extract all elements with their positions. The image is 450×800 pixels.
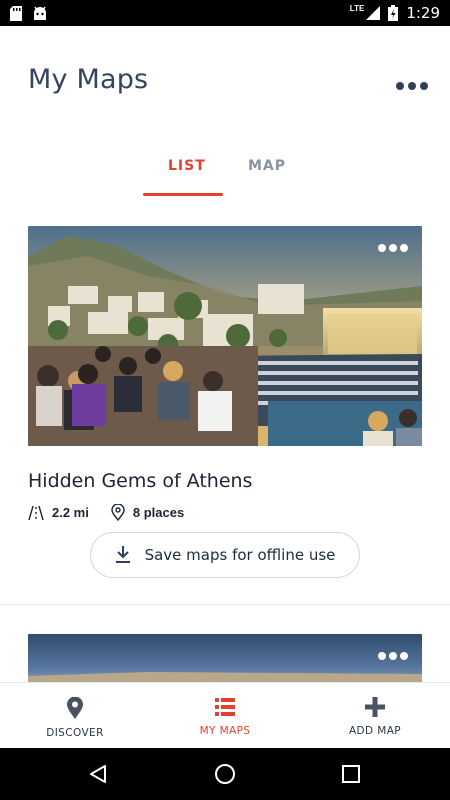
card-image-partial[interactable] — [28, 634, 422, 684]
distance-meta: 2.2 mi — [28, 505, 89, 520]
card-title[interactable]: Hidden Gems of Athens — [28, 470, 252, 492]
nav-add-map-label: ADD MAP — [348, 725, 402, 737]
clock: 1:29 — [406, 4, 440, 22]
nav-my-maps-label: MY MAPS — [199, 725, 251, 737]
tab-map[interactable]: MAP — [248, 158, 286, 174]
list-icon — [215, 698, 235, 716]
card-divider — [0, 604, 450, 605]
places-meta: 8 places — [111, 504, 184, 521]
card-meta: 2.2 mi 8 places — [28, 504, 184, 521]
card-more-icon[interactable] — [378, 652, 408, 660]
system-navigation-bar — [0, 748, 450, 800]
tab-bar: LIST MAP — [0, 150, 450, 198]
card-more-icon[interactable] — [378, 244, 408, 252]
download-icon — [115, 546, 130, 563]
recents-icon[interactable] — [316, 748, 386, 800]
more-horizontal-icon[interactable] — [396, 82, 428, 90]
map-pin-icon — [111, 504, 125, 521]
sd-card-icon — [10, 5, 22, 21]
battery-icon — [388, 5, 399, 21]
tab-list[interactable]: LIST — [168, 158, 206, 174]
active-tab-indicator — [143, 193, 223, 196]
android-icon — [34, 6, 46, 20]
bottom-navigation: DISCOVER MY MAPS ADD MAP — [0, 682, 450, 748]
places-count: 8 places — [132, 505, 185, 520]
nav-discover-label: DISCOVER — [46, 727, 104, 739]
nav-add-map[interactable]: ADD MAP — [300, 683, 450, 749]
save-offline-button[interactable]: Save maps for offline use — [90, 532, 360, 578]
card-image[interactable] — [28, 226, 422, 446]
nav-discover[interactable]: DISCOVER — [0, 683, 150, 749]
app-header: My Maps — [0, 26, 450, 136]
plus-icon — [365, 697, 385, 717]
nav-my-maps[interactable]: MY MAPS — [150, 683, 300, 749]
map-card[interactable]: Hidden Gems of Athens 2.2 mi 8 places Sa… — [28, 226, 422, 586]
home-icon[interactable] — [190, 748, 260, 800]
map-card-partial[interactable] — [28, 634, 422, 684]
status-bar: LTE 1:29 — [0, 0, 450, 26]
save-offline-label: Save maps for offline use — [144, 546, 336, 564]
map-pin-icon — [67, 697, 83, 719]
back-icon[interactable] — [63, 748, 133, 800]
network-type: LTE — [349, 3, 365, 13]
signal-icon — [366, 6, 381, 20]
road-icon — [28, 505, 44, 520]
page-title: My Maps — [28, 64, 149, 95]
distance-value: 2.2 mi — [52, 505, 89, 520]
